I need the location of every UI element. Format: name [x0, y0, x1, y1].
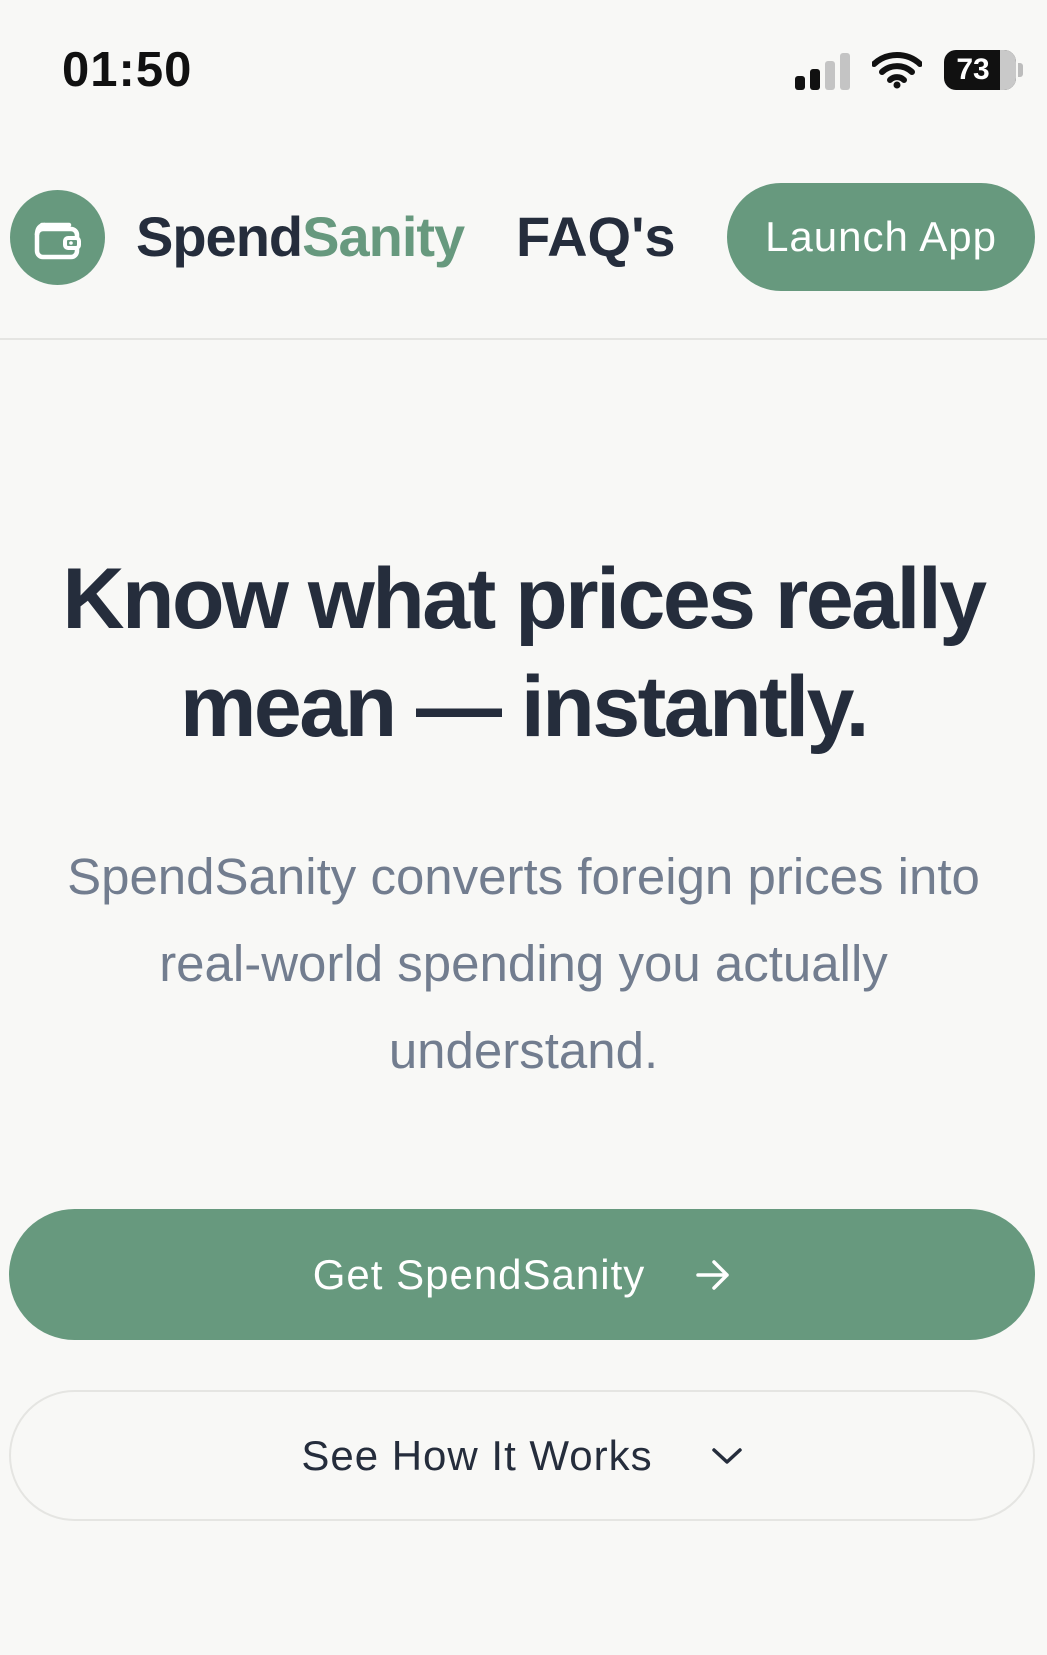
status-bar: 01:50 73 — [0, 0, 1047, 140]
battery-percentage: 73 — [956, 53, 990, 86]
chevron-down-icon — [711, 1446, 743, 1466]
see-how-it-works-label: See How It Works — [301, 1431, 653, 1479]
arrow-right-icon — [695, 1259, 731, 1291]
hero-title-line2: mean — instantly. — [179, 659, 870, 755]
landing-page: 01:50 73 SpendSanity FAQ's Launch App Kn… — [0, 0, 1047, 1655]
status-icons: 73 — [795, 50, 1023, 90]
brand-name[interactable]: SpendSanity — [136, 204, 465, 269]
hero-subtitle: SpendSanity converts foreign prices into… — [20, 833, 1027, 1094]
battery-icon: 73 — [944, 50, 1023, 90]
hero-subtitle-line1: SpendSanity converts foreign prices into — [67, 848, 980, 905]
get-spendsanity-button[interactable]: Get SpendSanity — [9, 1209, 1035, 1340]
logo-badge[interactable] — [10, 190, 105, 285]
brand-name-part2: Sanity — [302, 205, 465, 268]
see-how-it-works-button[interactable]: See How It Works — [9, 1390, 1035, 1521]
hero-subtitle-line3: understand. — [388, 1022, 659, 1079]
wifi-icon — [872, 51, 922, 89]
wallet-icon — [33, 215, 83, 261]
hero-subtitle-line2: real-world spending you actually — [159, 935, 888, 992]
hero-title-line1: Know what prices really — [62, 551, 987, 647]
hero-title: Know what prices really mean — instantly… — [0, 545, 1047, 761]
cellular-signal-icon — [795, 50, 850, 90]
launch-app-button[interactable]: Launch App — [727, 183, 1035, 291]
status-time: 01:50 — [62, 43, 193, 97]
get-spendsanity-label: Get SpendSanity — [312, 1250, 646, 1298]
nav-link-faq[interactable]: FAQ's — [516, 204, 676, 269]
brand-name-part1: Spend — [136, 205, 303, 268]
top-navigation: SpendSanity FAQ's Launch App — [0, 172, 1047, 340]
